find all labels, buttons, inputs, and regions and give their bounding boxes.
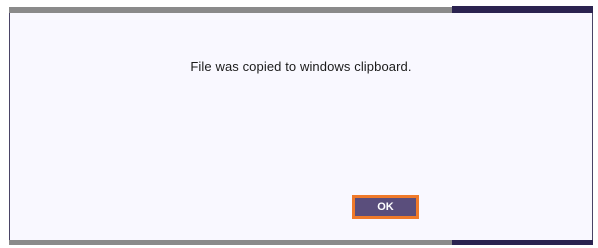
- dialog-bottom-accent: [452, 240, 593, 245]
- message-dialog: File was copied to windows clipboard. OK: [9, 13, 593, 240]
- ok-button[interactable]: OK: [352, 195, 419, 219]
- screen: File was copied to windows clipboard. OK: [0, 0, 598, 248]
- dialog-message: File was copied to windows clipboard.: [190, 59, 412, 74]
- dialog-bottom-border: [9, 240, 452, 245]
